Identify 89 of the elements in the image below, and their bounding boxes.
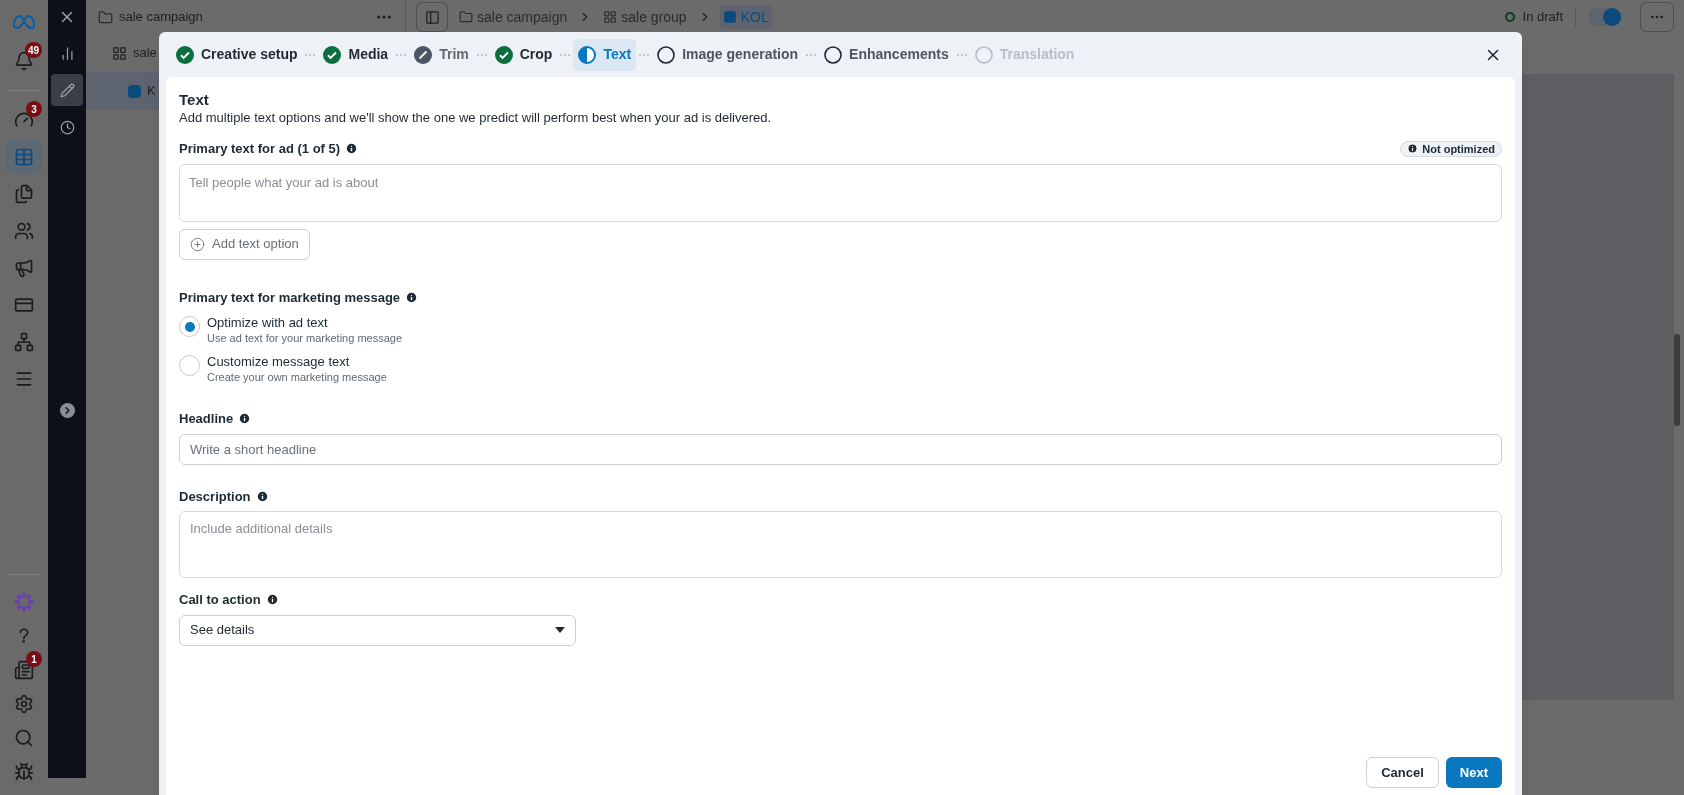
- sidebar-icon: [424, 9, 440, 25]
- status-badge: Not optimized: [1400, 140, 1502, 157]
- tool-button[interactable]: [51, 74, 83, 106]
- step-tab[interactable]: Media: [318, 38, 394, 71]
- add-text-option-button[interactable]: Add text option: [179, 228, 310, 260]
- field-label: Call to action: [179, 591, 261, 609]
- bar-chart-icon: [59, 45, 75, 61]
- step-tab[interactable]: Text: [573, 38, 637, 71]
- settings-icon: [14, 694, 34, 714]
- clock-icon: [59, 119, 75, 135]
- notification-badge: 49: [24, 42, 42, 58]
- tree-title: sale campaign: [119, 8, 203, 27]
- caret-icon: [555, 627, 565, 633]
- next-button[interactable]: Next: [1445, 757, 1502, 788]
- ad-icon: [128, 84, 141, 98]
- check-circle-icon: [176, 45, 194, 64]
- info-icon[interactable]: [265, 593, 279, 607]
- primary-text-field[interactable]: Tell people what your ad is about: [179, 163, 1502, 222]
- folder-icon: [459, 10, 473, 24]
- step-connector: [560, 53, 571, 56]
- slashed-circle-icon: [414, 45, 433, 64]
- status-label: In draft: [1522, 8, 1563, 27]
- info-icon[interactable]: [345, 142, 359, 156]
- bug-icon: [14, 762, 34, 782]
- pages-icon: [14, 184, 34, 204]
- radio-button[interactable]: [179, 355, 200, 376]
- half-circle-icon: [578, 45, 597, 64]
- check-circle-icon: [494, 45, 513, 64]
- circle-icon: [657, 45, 676, 64]
- step-connector: [476, 53, 487, 56]
- logo-icon: [11, 13, 37, 29]
- step-connector: [806, 53, 817, 56]
- field-label: Primary text for ad (1 of 5): [179, 140, 341, 158]
- radio-description: Create your own marketing message: [207, 370, 387, 385]
- credit-card-icon: [14, 295, 34, 315]
- megaphone-icon: [14, 258, 34, 278]
- step-tab[interactable]: Creative setup: [171, 38, 303, 71]
- radio-description: Use ad text for your marketing message: [207, 331, 403, 346]
- step-tab[interactable]: Enhancements: [819, 38, 954, 71]
- field-label: Primary text for marketing message: [179, 288, 401, 307]
- step-connector: [396, 53, 407, 56]
- notification-badge: 3: [26, 101, 42, 117]
- call-to-action-dropdown[interactable]: See details: [179, 614, 576, 646]
- people-icon: [14, 221, 34, 241]
- radio-label: Optimize with ad text: [207, 315, 329, 331]
- field-label: Description: [179, 487, 251, 506]
- table-icon: [14, 147, 34, 167]
- grid-icon: [112, 45, 127, 61]
- toggle-switch[interactable]: [1588, 8, 1622, 26]
- rail-item[interactable]: [6, 140, 42, 174]
- step-connector: [305, 53, 316, 56]
- grid-icon: [603, 10, 618, 24]
- info-icon: [1407, 143, 1419, 155]
- toggle-knob: [1603, 8, 1621, 26]
- info-icon[interactable]: [255, 489, 269, 503]
- menu-icon: [14, 369, 34, 389]
- status-ring-icon: [1504, 12, 1515, 22]
- newspaper-icon: [14, 660, 34, 680]
- folder-icon: [98, 9, 113, 25]
- field-label: Headline: [179, 410, 234, 428]
- scrollbar-thumb[interactable]: [1674, 334, 1680, 426]
- section-title: Text: [179, 91, 210, 109]
- check-circle-icon: [323, 45, 342, 64]
- notification-badge: 1: [26, 651, 42, 667]
- search-icon: [14, 728, 34, 748]
- step-tab[interactable]: Crop: [489, 38, 558, 71]
- pencil-icon: [59, 82, 75, 98]
- headline-field[interactable]: Write a short headline: [179, 433, 1502, 465]
- step-connector: [956, 53, 967, 56]
- radio-label: Customize message text: [207, 354, 351, 370]
- rail-item[interactable]: 49: [6, 44, 42, 78]
- expand-button[interactable]: [59, 403, 75, 418]
- info-icon[interactable]: [405, 290, 419, 304]
- square-icon: [722, 10, 737, 24]
- section-description: Add multiple text options and we'll show the one we predict will perform best when your ad is delivered.: [179, 109, 773, 127]
- rail-item[interactable]: 3: [6, 103, 42, 137]
- circle-icon: [824, 45, 843, 64]
- radio-button[interactable]: [179, 316, 200, 337]
- plus-circle-icon: [190, 236, 205, 252]
- step-tab[interactable]: Image generation: [652, 38, 804, 71]
- info-icon[interactable]: [238, 412, 252, 426]
- network-icon: [14, 332, 34, 352]
- cancel-button[interactable]: Cancel: [1366, 757, 1439, 788]
- step-tab[interactable]: Trim: [409, 38, 474, 71]
- flower-icon: [13, 591, 35, 613]
- rail-item[interactable]: 1: [6, 653, 42, 687]
- circle-icon: [974, 45, 993, 64]
- description-field[interactable]: Include additional details: [179, 511, 1502, 578]
- step-connector: [639, 53, 650, 56]
